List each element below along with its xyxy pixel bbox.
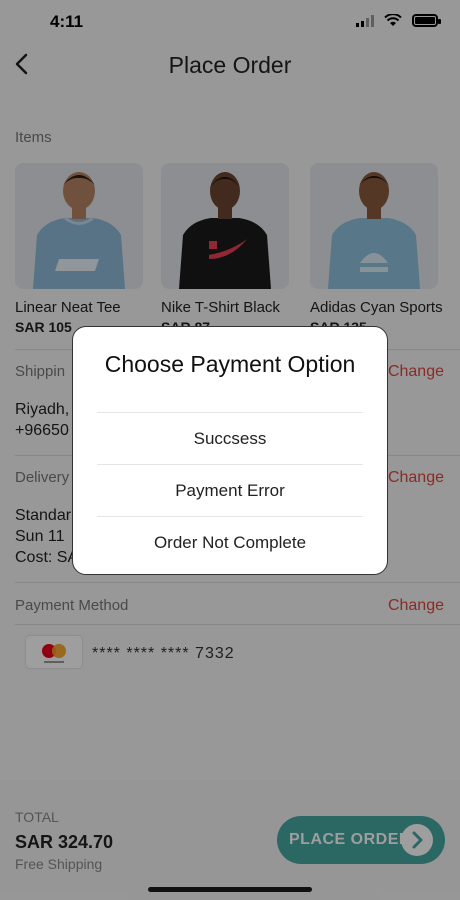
option-success[interactable]: Succsess: [97, 412, 363, 464]
dialog-title: Choose Payment Option: [104, 351, 356, 377]
option-payment-error[interactable]: Payment Error: [97, 464, 363, 516]
payment-option-dialog: Choose Payment Option Succsess Payment E…: [72, 326, 388, 575]
home-indicator: [148, 887, 312, 892]
option-order-not-complete[interactable]: Order Not Complete: [97, 516, 363, 568]
